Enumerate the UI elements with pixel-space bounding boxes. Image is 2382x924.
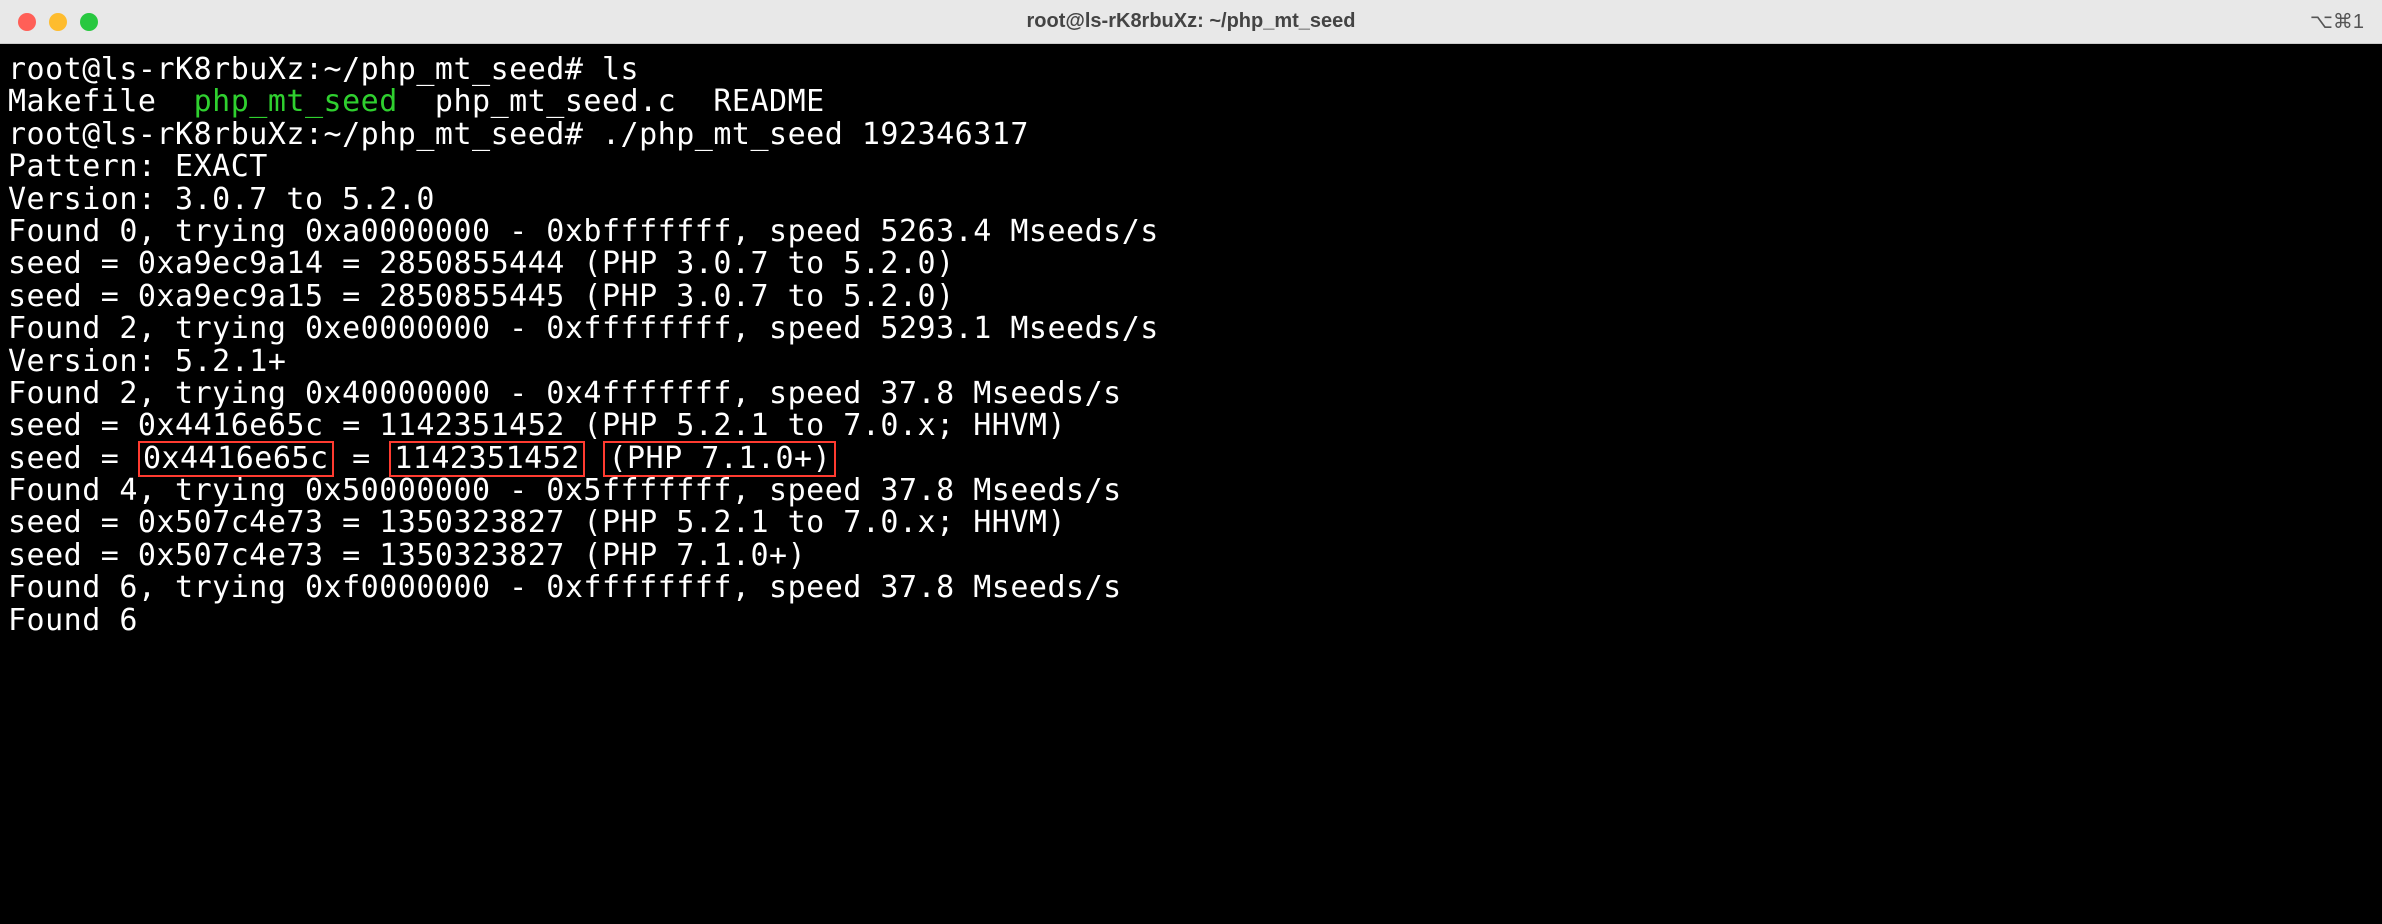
output-line: Found 6 bbox=[8, 605, 2374, 637]
shortcut-indicator: ⌥⌘1 bbox=[2310, 9, 2364, 34]
output-line: Found 2, trying 0xe0000000 - 0xffffffff,… bbox=[8, 313, 2374, 345]
close-icon[interactable] bbox=[18, 13, 36, 31]
file-name: php_mt_seed.c README bbox=[398, 84, 825, 119]
maximize-icon[interactable] bbox=[80, 13, 98, 31]
output-line: Version: 5.2.1+ bbox=[8, 346, 2374, 378]
executable-name: php_mt_seed bbox=[194, 84, 398, 119]
output-line: seed = 0x4416e65c = 1142351452 (PHP 5.2.… bbox=[8, 410, 2374, 442]
traffic-lights bbox=[18, 13, 98, 31]
output-line: seed = 0x507c4e73 = 1350323827 (PHP 5.2.… bbox=[8, 507, 2374, 539]
minimize-icon[interactable] bbox=[49, 13, 67, 31]
window-title: root@ls-rK8rbuXz: ~/php_mt_seed bbox=[1026, 10, 1355, 33]
prompt-text: root@ls-rK8rbuXz:~/php_mt_seed# bbox=[8, 52, 602, 87]
seed-prefix: seed = bbox=[8, 441, 138, 476]
highlighted-seed-line: seed = 0x4416e65c = 1142351452 (PHP 7.1.… bbox=[8, 443, 2374, 475]
highlighted-hex: 0x4416e65c bbox=[138, 441, 334, 477]
highlighted-decimal: 1142351452 bbox=[389, 441, 585, 477]
output-line: Version: 3.0.7 to 5.2.0 bbox=[8, 184, 2374, 216]
output-line: Found 0, trying 0xa0000000 - 0xbfffffff,… bbox=[8, 216, 2374, 248]
output-line: seed = 0xa9ec9a15 = 2850855445 (PHP 3.0.… bbox=[8, 281, 2374, 313]
output-line: Pattern: EXACT bbox=[8, 151, 2374, 183]
output-line: seed = 0x507c4e73 = 1350323827 (PHP 7.1.… bbox=[8, 540, 2374, 572]
output-line: Found 4, trying 0x50000000 - 0x5fffffff,… bbox=[8, 475, 2374, 507]
highlighted-version: (PHP 7.1.0+) bbox=[603, 441, 836, 477]
prompt-line: root@ls-rK8rbuXz:~/php_mt_seed# ./php_mt… bbox=[8, 119, 2374, 151]
equals-text: = bbox=[334, 441, 390, 476]
ls-output: Makefile php_mt_seed php_mt_seed.c READM… bbox=[8, 86, 2374, 118]
command-text: ./php_mt_seed 192346317 bbox=[602, 117, 1029, 152]
output-line: seed = 0xa9ec9a14 = 2850855444 (PHP 3.0.… bbox=[8, 248, 2374, 280]
output-line: Found 2, trying 0x40000000 - 0x4fffffff,… bbox=[8, 378, 2374, 410]
window-titlebar: root@ls-rK8rbuXz: ~/php_mt_seed ⌥⌘1 bbox=[0, 0, 2382, 44]
command-text: ls bbox=[602, 52, 639, 87]
prompt-line: root@ls-rK8rbuXz:~/php_mt_seed# ls bbox=[8, 54, 2374, 86]
space-text bbox=[585, 441, 604, 476]
terminal-area[interactable]: root@ls-rK8rbuXz:~/php_mt_seed# ls Makef… bbox=[0, 44, 2382, 647]
output-line: Found 6, trying 0xf0000000 - 0xffffffff,… bbox=[8, 572, 2374, 604]
prompt-text: root@ls-rK8rbuXz:~/php_mt_seed# bbox=[8, 117, 602, 152]
file-name: Makefile bbox=[8, 84, 194, 119]
